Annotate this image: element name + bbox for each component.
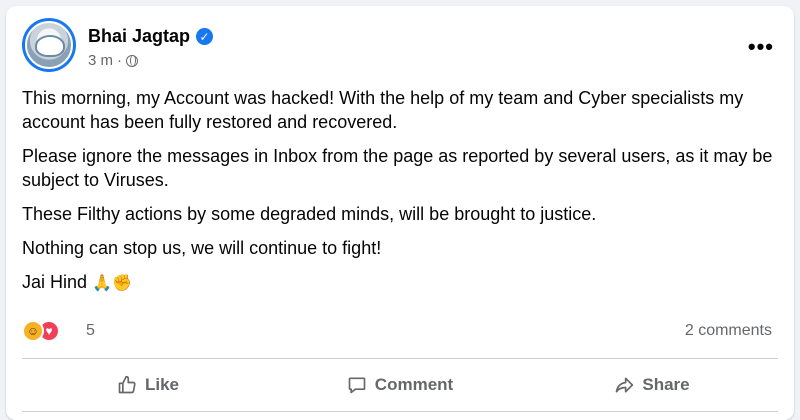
comment-button[interactable]: Comment — [274, 362, 526, 408]
reaction-icons[interactable]: ☺ ♥ — [22, 320, 60, 342]
avatar-image — [25, 21, 73, 69]
comments-count-link[interactable]: 2 comments — [685, 322, 772, 340]
raised-fist-emoji: ✊ — [111, 273, 132, 292]
divider — [22, 358, 778, 359]
post-actions: Like Comment Share — [22, 362, 778, 408]
author-avatar[interactable] — [22, 18, 76, 72]
post-paragraph: These Filthy actions by some degraded mi… — [22, 204, 597, 224]
more-options-button[interactable]: ••• — [748, 36, 774, 58]
meta-separator: · — [117, 52, 123, 69]
share-arrow-icon — [616, 377, 634, 393]
post-timestamp[interactable]: 3 m — [88, 52, 113, 69]
share-label: Share — [642, 375, 690, 394]
post-paragraph: Please ignore the messages in Inbox from… — [22, 146, 773, 190]
post-body: This morning, my Account was hacked! Wit… — [22, 86, 782, 305]
post-header: Bhai Jagtap ✓ 3 m · ••• — [22, 18, 778, 78]
haha-icon: ☺ — [22, 320, 44, 342]
share-button[interactable]: Share — [526, 362, 778, 408]
post-paragraph: Nothing can stop us, we will continue to… — [22, 238, 382, 258]
like-button[interactable]: Like — [22, 362, 274, 408]
verified-badge-icon: ✓ — [196, 28, 214, 45]
author-row: Bhai Jagtap ✓ — [88, 26, 214, 47]
reaction-count[interactable]: 5 — [86, 322, 95, 340]
comment-bubble-icon — [348, 377, 366, 394]
closing-text: Jai Hind — [22, 272, 88, 292]
post-card: Bhai Jagtap ✓ 3 m · ••• This morning, my… — [6, 6, 794, 420]
post-meta: 3 m · — [88, 52, 139, 69]
divider — [22, 411, 778, 412]
globe-icon[interactable] — [126, 54, 139, 67]
post-closing: Jai Hind 🙏✊ — [22, 270, 782, 295]
reactions-summary: ☺ ♥ 5 2 comments — [22, 318, 778, 346]
folded-hands-emoji: 🙏 — [92, 273, 112, 292]
post-paragraph: This morning, my Account was hacked! Wit… — [22, 88, 744, 132]
thumbs-up-icon — [118, 375, 136, 394]
like-label: Like — [144, 375, 180, 394]
author-name[interactable]: Bhai Jagtap — [88, 26, 190, 47]
comment-label: Comment — [374, 375, 454, 394]
